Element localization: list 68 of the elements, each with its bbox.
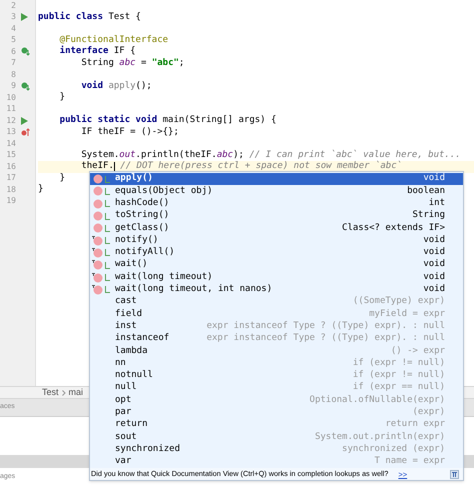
completion-item[interactable]: nn if (expr != null) (90, 357, 463, 370)
completion-item[interactable]: toString() String (90, 210, 463, 222)
line-number: 14 (5, 138, 17, 150)
implemented-icon[interactable] (21, 47, 30, 56)
code-line: public static void main(String[] args) { (58, 115, 276, 126)
code-line: interface IF { (58, 46, 136, 58)
method-icon (92, 186, 103, 196)
code-line: } (58, 92, 66, 104)
code-line: System.out.println(theIF.abc); // I can print `abc` value here, but... (80, 150, 461, 160)
completion-item[interactable]: lambda () -> expr (90, 345, 463, 358)
line-number: 10 (5, 92, 17, 104)
completion-item[interactable]: synchronized synchronized (expr) (90, 444, 463, 456)
method-icon (92, 198, 103, 209)
line-number: 17 (5, 172, 17, 184)
line-number: 16 (5, 160, 17, 173)
code-line: } (58, 172, 66, 184)
method-icon (92, 174, 103, 184)
completion-item[interactable]: wait() void (90, 259, 463, 272)
completion-item[interactable]: getClass() Class<? extends IF> (90, 222, 463, 234)
chevron-icon (62, 390, 66, 396)
completion-item[interactable]: wait(long timeout) void (90, 271, 463, 284)
run-icon[interactable] (21, 116, 28, 125)
completion-item[interactable]: par (expr) (90, 406, 463, 419)
line-number: 3 (10, 11, 17, 24)
line-number: 13 (5, 126, 17, 138)
line-number: 11 (5, 103, 17, 116)
line-number: 18 (5, 184, 17, 196)
completion-item[interactable]: return return expr (90, 418, 463, 432)
completion-item[interactable]: wait(long timeout, int nanos) void (90, 284, 463, 296)
line-number: 7 (10, 57, 17, 70)
code-line: void apply(); (80, 80, 152, 92)
code-line: public class Test { (38, 12, 141, 23)
completion-item[interactable]: notifyAll() void (90, 246, 463, 260)
line-number: 8 (10, 68, 17, 81)
completion-item[interactable]: inst expr instanceof Type ? ((Type) expr). : null (90, 320, 463, 333)
pin-icon[interactable] (450, 470, 459, 479)
line-number: 5 (10, 34, 17, 46)
implementing-icon[interactable] (21, 128, 30, 137)
line-number: 6 (10, 46, 17, 58)
code-line: String abc = "abc"; (80, 58, 184, 69)
completion-item[interactable]: apply() void (90, 173, 463, 186)
line-number: 2 (10, 0, 17, 12)
completion-item[interactable]: cast ((SomeType) expr) (90, 296, 463, 308)
completion-item[interactable]: field myField = expr (90, 308, 463, 321)
completion-item[interactable]: var T name = expr (90, 456, 463, 468)
completion-item[interactable]: instanceof expr instanceof Type ? ((Type) expr). : null (90, 332, 463, 346)
completion-item[interactable]: notify() void (90, 234, 463, 247)
line-number: 15 (5, 149, 17, 162)
completion-item[interactable]: hashCode() int (90, 198, 463, 210)
code-line: theIF. // DOT here(press ctrl + space) not sow member `abc` (80, 161, 402, 172)
method-icon (92, 223, 103, 234)
breadcrumb-item[interactable]: mai (68, 386, 84, 400)
line-number: 4 (10, 22, 17, 35)
code-line: @FunctionalInterface (58, 34, 168, 46)
completion-item[interactable]: opt Optional.ofNullable(expr) (90, 394, 463, 407)
code-line: } (38, 184, 44, 196)
line-number: 19 (5, 195, 17, 208)
completion-item[interactable]: notnull if (expr != null) (90, 370, 463, 382)
method-icon (92, 211, 103, 222)
completion-item[interactable]: sout System.out.println(expr) (90, 431, 463, 444)
run-icon[interactable] (21, 13, 28, 22)
completion-item[interactable]: null if (expr == null) (90, 382, 463, 394)
breadcrumb-item[interactable]: Test (42, 386, 59, 400)
line-number: 9 (10, 80, 17, 92)
line-number: 12 (5, 114, 17, 127)
implemented-icon[interactable] (21, 82, 30, 91)
completion-item[interactable]: equals(Object obj) boolean (90, 185, 463, 198)
code-line: IF theIF = ()->{}; (80, 126, 179, 138)
